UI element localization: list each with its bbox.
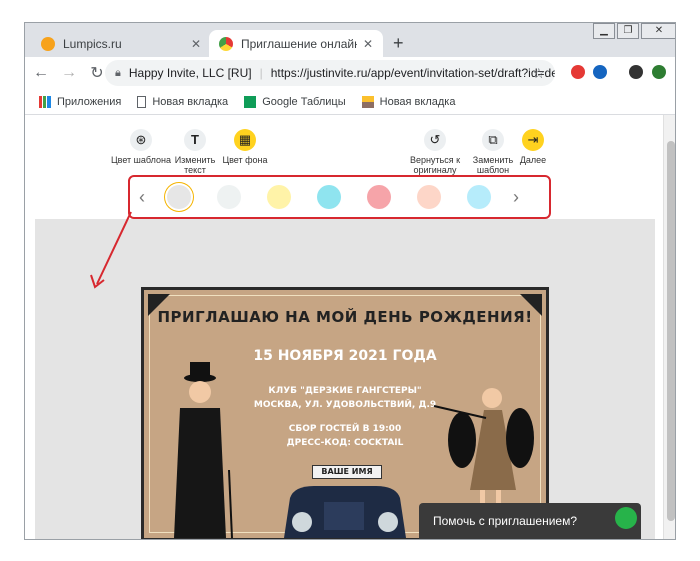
lumpics-favicon-icon <box>41 36 55 51</box>
image-icon <box>361 95 374 108</box>
page-icon <box>137 95 147 108</box>
url-text: https://justinvite.ru/app/event/invitati… <box>270 66 555 80</box>
chevron-right-icon[interactable]: › <box>504 187 528 208</box>
background-icon: ▦ <box>234 129 256 151</box>
site-identity: Happy Invite, LLC [RU] <box>128 66 252 80</box>
gentleman-figure <box>174 362 233 538</box>
close-window-button[interactable]: ✕ <box>641 23 675 39</box>
address-bar[interactable]: 🔒︎ Happy Invite, LLC [RU] | https://just… <box>105 60 555 86</box>
chat-widget[interactable]: Помочь с приглашением? <box>419 503 641 539</box>
vertical-scrollbar[interactable] <box>663 115 675 539</box>
undo-icon: ↺ <box>424 129 446 151</box>
tool-label: Цвет фона <box>222 155 268 165</box>
window-controls: ▁ ❐ ✕ <box>591 23 675 39</box>
tab-strip: Lumpics.ru ✕ Приглашение онлайн и сайт м… <box>25 23 675 57</box>
apps-grid-icon <box>39 95 51 108</box>
name-plate[interactable]: ВАШЕ ИМЯ <box>312 465 382 479</box>
color-swatch[interactable] <box>417 185 441 209</box>
tool-label: Далее <box>519 155 547 165</box>
swap-icon: ⧉ <box>482 129 504 151</box>
new-tab-button[interactable]: + <box>393 33 404 54</box>
tool-next[interactable]: ⇥ Далее <box>503 129 563 165</box>
chrome-favicon-icon <box>219 36 233 51</box>
color-swatch[interactable] <box>317 185 341 209</box>
minimize-button[interactable]: ▁ <box>593 23 615 39</box>
back-arrow-icon[interactable]: ← <box>29 64 53 82</box>
browser-toolbar: ← → ↻ 🔒︎ Happy Invite, LLC [RU] | https:… <box>25 57 675 89</box>
tab-lumpics[interactable]: Lumpics.ru ✕ <box>31 30 211 57</box>
close-tab-icon[interactable]: ✕ <box>191 37 201 51</box>
bookmark-label: Новая вкладка <box>152 95 229 108</box>
annotation-arrow <box>90 211 132 289</box>
scrollbar-thumb[interactable] <box>667 141 675 521</box>
tab-title: Приглашение онлайн и сайт ме <box>241 36 357 51</box>
screen: Lumpics.ru ✕ Приглашение онлайн и сайт м… <box>0 0 700 561</box>
tool-revert[interactable]: ↺ Вернуться к оригиналу <box>405 129 465 175</box>
bookmark-new-tab[interactable]: Новая вкладка <box>137 95 229 108</box>
bookmarks-bar: Приложения Новая вкладка Google Таблицы … <box>25 89 675 115</box>
car-figure <box>284 486 406 538</box>
page-content: ⊛ Цвет шаблона T Изменить текст ▦ Цвет ф… <box>25 115 675 539</box>
bookmark-apps[interactable]: Приложения <box>39 95 122 108</box>
bookmark-star-icon[interactable]: ☆ <box>532 65 545 82</box>
color-swatch[interactable] <box>467 185 491 209</box>
tab-title: Lumpics.ru <box>63 36 122 51</box>
color-swatch[interactable] <box>267 185 291 209</box>
color-swatch[interactable] <box>367 185 391 209</box>
next-icon: ⇥ <box>522 129 544 151</box>
tab-justinvite[interactable]: Приглашение онлайн и сайт ме ✕ <box>209 30 383 57</box>
sheets-icon <box>244 95 257 108</box>
restore-button[interactable]: ❐ <box>617 23 639 39</box>
update-icon[interactable] <box>652 65 666 79</box>
lock-icon: 🔒︎ <box>115 66 121 79</box>
close-tab-icon[interactable]: ✕ <box>363 37 373 51</box>
bookmark-label: Google Таблицы <box>262 95 346 108</box>
bookmark-new-tab-2[interactable]: Новая вкладка <box>361 95 456 108</box>
vpn-extension-icon[interactable] <box>593 65 607 79</box>
bookmark-google-sheets[interactable]: Google Таблицы <box>244 95 346 108</box>
browser-window: Lumpics.ru ✕ Приглашение онлайн и сайт м… <box>24 22 676 540</box>
forward-arrow-icon[interactable]: → <box>57 64 81 82</box>
profile-avatar-icon[interactable] <box>629 65 643 79</box>
opera-extension-icon[interactable] <box>571 65 585 79</box>
bookmark-label: Новая вкладка <box>379 95 456 108</box>
chat-status-icon <box>615 507 637 529</box>
address-separator: | <box>259 66 263 80</box>
invitation-artwork <box>148 294 542 538</box>
chat-widget-label: Помочь с приглашением? <box>433 514 578 528</box>
bookmark-label: Приложения <box>57 95 122 108</box>
tool-label: Вернуться к оригиналу <box>409 155 461 175</box>
